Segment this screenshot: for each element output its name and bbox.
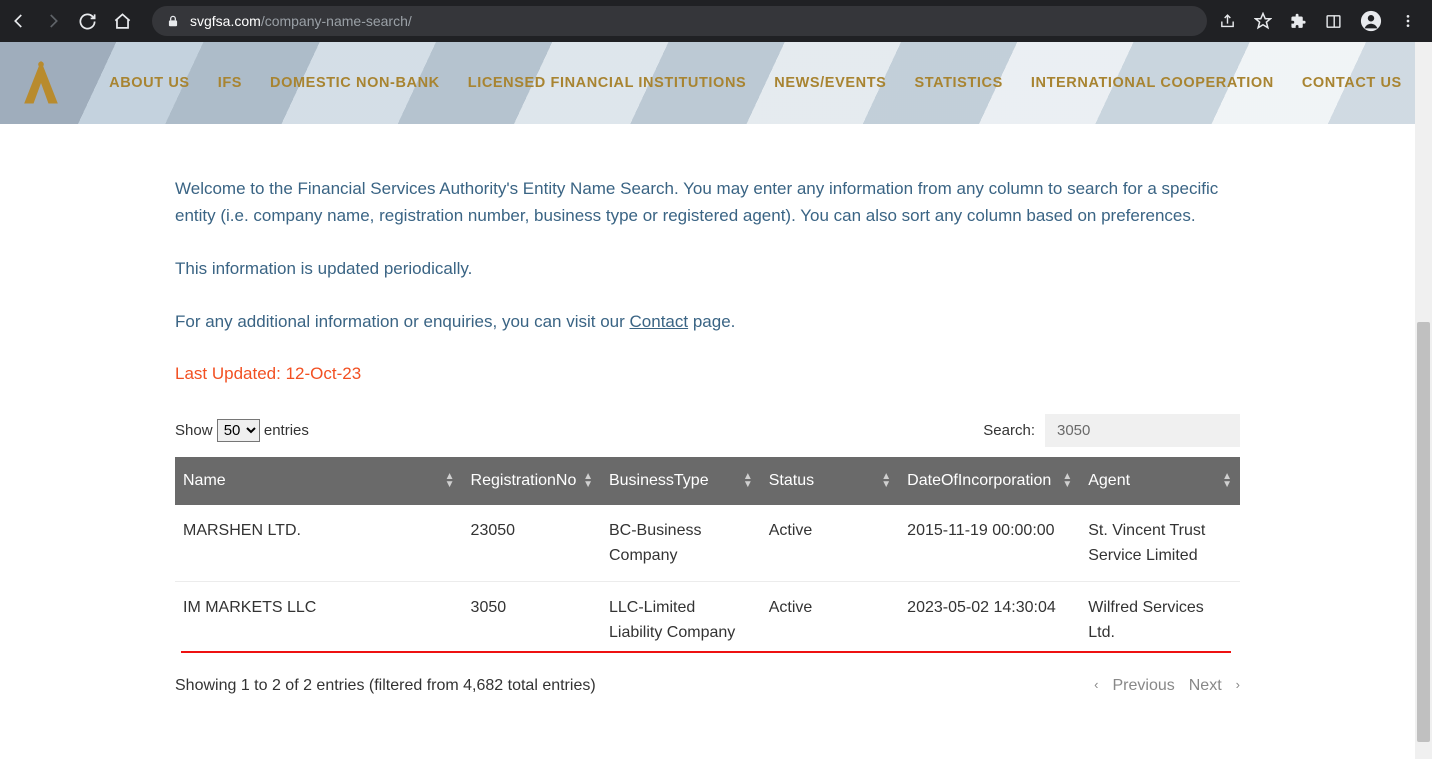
nav-ifs[interactable]: IFS	[218, 75, 242, 91]
search-label: Search:	[983, 419, 1035, 443]
scrollbar-thumb[interactable]	[1417, 322, 1430, 742]
col-registration-no[interactable]: RegistrationNo▲▼	[463, 457, 601, 504]
site-header: ABOUT US IFS DOMESTIC NON-BANK LICENSED …	[0, 42, 1415, 124]
browser-toolbar: svgfsa.com/company-name-search/	[0, 0, 1432, 42]
intro-p3-prefix: For any additional information or enquir…	[175, 312, 630, 331]
bookmark-star-icon[interactable]	[1254, 12, 1272, 30]
col-agent[interactable]: Agent▲▼	[1080, 457, 1240, 504]
pager: ‹ Previous Next ›	[1094, 673, 1240, 698]
previous-button[interactable]: Previous	[1113, 673, 1175, 698]
back-icon[interactable]	[10, 12, 28, 30]
lock-icon	[166, 14, 180, 28]
nav-domestic-nonbank[interactable]: DOMESTIC NON-BANK	[270, 75, 440, 91]
search-input[interactable]	[1045, 414, 1240, 447]
nav-licensed-fi[interactable]: LICENSED FINANCIAL INSTITUTIONS	[468, 75, 747, 91]
col-business-type[interactable]: BusinessType▲▼	[601, 457, 761, 504]
sort-icon: ▲▼	[743, 473, 753, 489]
cell-type: BC-Business Company	[601, 505, 761, 582]
cell-reg: 23050	[463, 505, 601, 582]
cell-name: IM MARKETS LLC	[175, 582, 463, 659]
nav-controls	[10, 12, 132, 31]
sort-icon: ▲▼	[1062, 473, 1072, 489]
length-suffix: entries	[264, 422, 309, 439]
share-icon[interactable]	[1219, 13, 1236, 30]
col-name[interactable]: Name▲▼	[175, 457, 463, 504]
url-text: svgfsa.com/company-name-search/	[190, 13, 412, 29]
forward-icon[interactable]	[44, 12, 62, 30]
last-updated: Last Updated: 12-Oct-23	[175, 361, 1240, 388]
home-icon[interactable]	[113, 12, 132, 31]
intro-paragraph-1: Welcome to the Financial Services Author…	[175, 176, 1240, 230]
url-path: /company-name-search/	[261, 13, 412, 29]
length-select[interactable]: 50	[217, 419, 260, 442]
entities-table: Name▲▼ RegistrationNo▲▼ BusinessType▲▼ S…	[175, 457, 1240, 658]
table-info: Showing 1 to 2 of 2 entries (filtered fr…	[175, 673, 596, 698]
annotation-underline	[181, 651, 1231, 653]
kebab-menu-icon[interactable]	[1400, 13, 1416, 29]
next-button[interactable]: Next	[1189, 673, 1222, 698]
nav-about-us[interactable]: ABOUT US	[109, 75, 190, 91]
nav-news-events[interactable]: NEWS/EVENTS	[774, 75, 886, 91]
table-header-row: Name▲▼ RegistrationNo▲▼ BusinessType▲▼ S…	[175, 457, 1240, 504]
cell-reg: 3050	[463, 582, 601, 659]
table-row: IM MARKETS LLC 3050 LLC-Limited Liabilit…	[175, 582, 1240, 659]
cell-type: LLC-Limited Liability Company	[601, 582, 761, 659]
cell-agent: St. Vincent Trust Service Limited	[1080, 505, 1240, 582]
cell-status: Active	[761, 505, 899, 582]
url-domain: svgfsa.com	[190, 13, 261, 29]
nav-contact-us[interactable]: CONTACT US	[1302, 75, 1402, 91]
intro-paragraph-3: For any additional information or enquir…	[175, 309, 1240, 336]
chevron-right-icon: ›	[1236, 675, 1240, 696]
intro-paragraph-2: This information is updated periodically…	[175, 256, 1240, 283]
chrome-actions	[1219, 10, 1416, 32]
col-date-incorporation[interactable]: DateOfIncorporation▲▼	[899, 457, 1080, 504]
cell-date: 2015-11-19 00:00:00	[899, 505, 1080, 582]
extensions-icon[interactable]	[1290, 13, 1307, 30]
sort-icon: ▲▼	[583, 473, 593, 489]
vertical-scrollbar[interactable]	[1415, 42, 1432, 759]
sort-icon: ▲▼	[1222, 473, 1232, 489]
length-control: Show 50 entries	[175, 419, 309, 443]
nav-statistics[interactable]: STATISTICS	[914, 75, 1002, 91]
reload-icon[interactable]	[78, 12, 97, 31]
site-logo[interactable]	[13, 55, 69, 111]
contact-link[interactable]: Contact	[630, 312, 689, 331]
cell-date: 2023-05-02 14:30:04	[899, 582, 1080, 659]
sort-icon: ▲▼	[881, 473, 891, 489]
datatable-footer: Showing 1 to 2 of 2 entries (filtered fr…	[175, 673, 1240, 698]
nav-intl-coop[interactable]: INTERNATIONAL COOPERATION	[1031, 75, 1274, 91]
profile-avatar-icon[interactable]	[1360, 10, 1382, 32]
panel-icon[interactable]	[1325, 13, 1342, 30]
chevron-left-icon: ‹	[1094, 675, 1098, 696]
length-prefix: Show	[175, 422, 217, 439]
cell-agent: Wilfred Services Ltd.	[1080, 582, 1240, 659]
search-control: Search:	[983, 414, 1240, 447]
cell-name: MARSHEN LTD.	[175, 505, 463, 582]
intro-p3-suffix: page.	[688, 312, 735, 331]
table-row: MARSHEN LTD. 23050 BC-Business Company A…	[175, 505, 1240, 582]
cell-status: Active	[761, 582, 899, 659]
content: Welcome to the Financial Services Author…	[0, 124, 1415, 698]
datatable-controls: Show 50 entries Search:	[175, 414, 1240, 447]
col-status[interactable]: Status▲▼	[761, 457, 899, 504]
sort-icon: ▲▼	[445, 473, 455, 489]
url-bar[interactable]: svgfsa.com/company-name-search/	[152, 6, 1207, 36]
